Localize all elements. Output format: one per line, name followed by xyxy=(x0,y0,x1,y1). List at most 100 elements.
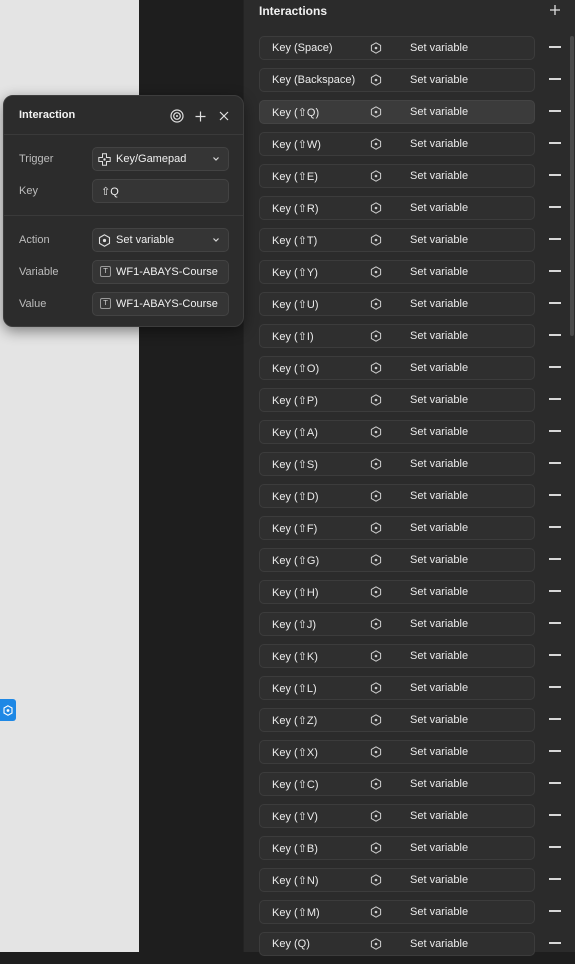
interaction-item[interactable]: Key (⇧T) Set variable xyxy=(259,228,535,252)
variable-label: Variable xyxy=(19,266,59,278)
interaction-trigger: Key (⇧R) xyxy=(272,203,319,215)
hexagon-variable-icon xyxy=(370,74,382,86)
remove-interaction-button[interactable] xyxy=(548,40,562,54)
remove-interaction-button[interactable] xyxy=(548,776,562,790)
remove-interaction-button[interactable] xyxy=(548,552,562,566)
remove-interaction-button[interactable] xyxy=(548,424,562,438)
interaction-item[interactable]: Key (⇧I) Set variable xyxy=(259,324,535,348)
popover-close-button[interactable] xyxy=(216,108,232,124)
add-interaction-button[interactable] xyxy=(547,2,563,18)
interaction-row: Key (⇧H) Set variable xyxy=(244,580,575,612)
remove-interaction-button[interactable] xyxy=(548,904,562,918)
variable-select[interactable]: T WF1-ABAYS-Course xyxy=(92,260,229,284)
interaction-item[interactable]: Key (⇧Q) Set variable xyxy=(259,100,535,124)
interaction-row: Key (⇧A) Set variable xyxy=(244,420,575,452)
plus-icon xyxy=(550,5,560,15)
interaction-item[interactable]: Key (⇧U) Set variable xyxy=(259,292,535,316)
interaction-item[interactable]: Key (⇧E) Set variable xyxy=(259,164,535,188)
hexagon-variable-icon xyxy=(370,202,382,214)
interaction-item[interactable]: Key (⇧W) Set variable xyxy=(259,132,535,156)
interaction-item[interactable]: Key (⇧K) Set variable xyxy=(259,644,535,668)
close-icon xyxy=(219,111,229,121)
remove-interaction-button[interactable] xyxy=(548,264,562,278)
interaction-item[interactable]: Key (⇧P) Set variable xyxy=(259,388,535,412)
interaction-item[interactable]: Key (⇧H) Set variable xyxy=(259,580,535,604)
interaction-item[interactable]: Key (⇧V) Set variable xyxy=(259,804,535,828)
interaction-item[interactable]: Key (⇧S) Set variable xyxy=(259,452,535,476)
interaction-trigger: Key (⇧S) xyxy=(272,459,318,471)
interaction-item[interactable]: Key (Space) Set variable xyxy=(259,36,535,60)
popover-add-button[interactable] xyxy=(192,108,208,124)
remove-interaction-button[interactable] xyxy=(548,104,562,118)
interaction-trigger: Key (⇧K) xyxy=(272,651,318,663)
trigger-select[interactable]: Key/Gamepad xyxy=(92,147,229,171)
interaction-row: Key (⇧V) Set variable xyxy=(244,804,575,836)
interaction-item[interactable]: Key (⇧N) Set variable xyxy=(259,868,535,892)
interaction-trigger: Key (⇧Z) xyxy=(272,715,318,727)
target-button[interactable] xyxy=(169,108,185,124)
remove-interaction-button[interactable] xyxy=(548,456,562,470)
minus-icon xyxy=(549,494,561,496)
interaction-item[interactable]: Key (Q) Set variable xyxy=(259,932,535,956)
remove-interaction-button[interactable] xyxy=(548,168,562,182)
hexagon-variable-icon xyxy=(370,810,382,822)
interaction-action: Set variable xyxy=(410,842,469,854)
remove-interaction-button[interactable] xyxy=(548,488,562,502)
interaction-row: Key (⇧L) Set variable xyxy=(244,676,575,708)
remove-interaction-button[interactable] xyxy=(548,936,562,950)
interaction-item[interactable]: Key (⇧C) Set variable xyxy=(259,772,535,796)
minus-icon xyxy=(549,462,561,464)
interaction-item[interactable]: Key (⇧G) Set variable xyxy=(259,548,535,572)
interaction-trigger: Key (⇧N) xyxy=(272,875,319,887)
value-select[interactable]: T WF1-ABAYS-Course xyxy=(92,292,229,316)
remove-interaction-button[interactable] xyxy=(548,328,562,342)
remove-interaction-button[interactable] xyxy=(548,680,562,694)
remove-interaction-button[interactable] xyxy=(548,360,562,374)
interaction-item[interactable]: Key (⇧J) Set variable xyxy=(259,612,535,636)
interaction-item[interactable]: Key (⇧M) Set variable xyxy=(259,900,535,924)
interaction-action: Set variable xyxy=(410,778,469,790)
interaction-trigger: Key (⇧E) xyxy=(272,171,318,183)
interaction-item[interactable]: Key (⇧L) Set variable xyxy=(259,676,535,700)
remove-interaction-button[interactable] xyxy=(548,840,562,854)
minus-icon xyxy=(549,78,561,80)
panel-scrollbar[interactable] xyxy=(570,36,574,336)
chevron-down-icon xyxy=(213,157,219,161)
interaction-action: Set variable xyxy=(410,490,469,502)
remove-interaction-button[interactable] xyxy=(548,200,562,214)
interaction-trigger: Key (⇧Y) xyxy=(272,267,318,279)
hexagon-variable-icon xyxy=(370,714,382,726)
interaction-item[interactable]: Key (⇧O) Set variable xyxy=(259,356,535,380)
action-select[interactable]: Set variable xyxy=(92,228,229,252)
interaction-item[interactable]: Key (⇧F) Set variable xyxy=(259,516,535,540)
remove-interaction-button[interactable] xyxy=(548,744,562,758)
interaction-item[interactable]: Key (⇧X) Set variable xyxy=(259,740,535,764)
interaction-item[interactable]: Key (⇧Z) Set variable xyxy=(259,708,535,732)
remove-interaction-button[interactable] xyxy=(548,872,562,886)
remove-interaction-button[interactable] xyxy=(548,808,562,822)
interaction-trigger: Key (⇧F) xyxy=(272,523,318,535)
remove-interaction-button[interactable] xyxy=(548,72,562,86)
interaction-item[interactable]: Key (Backspace) Set variable xyxy=(259,68,535,92)
remove-interaction-button[interactable] xyxy=(548,232,562,246)
interaction-item[interactable]: Key (⇧A) Set variable xyxy=(259,420,535,444)
interaction-item[interactable]: Key (⇧R) Set variable xyxy=(259,196,535,220)
remove-interaction-button[interactable] xyxy=(548,616,562,630)
remove-interaction-button[interactable] xyxy=(548,392,562,406)
remove-interaction-button[interactable] xyxy=(548,136,562,150)
interactions-list: Key (Space) Set variable Key (Backspace) Se… xyxy=(244,36,575,964)
interaction-item[interactable]: Key (⇧D) Set variable xyxy=(259,484,535,508)
remove-interaction-button[interactable] xyxy=(548,296,562,310)
remove-interaction-button[interactable] xyxy=(548,584,562,598)
interaction-item[interactable]: Key (⇧Y) Set variable xyxy=(259,260,535,284)
interaction-action: Set variable xyxy=(410,682,469,694)
interaction-row: Key (⇧O) Set variable xyxy=(244,356,575,388)
variable-value: WF1-ABAYS-Course xyxy=(116,266,218,278)
canvas-variable-marker[interactable] xyxy=(0,699,16,721)
remove-interaction-button[interactable] xyxy=(548,648,562,662)
interaction-item[interactable]: Key (⇧B) Set variable xyxy=(259,836,535,860)
key-input[interactable]: ⇧Q xyxy=(92,179,229,203)
remove-interaction-button[interactable] xyxy=(548,520,562,534)
hexagon-variable-icon xyxy=(370,138,382,150)
remove-interaction-button[interactable] xyxy=(548,712,562,726)
